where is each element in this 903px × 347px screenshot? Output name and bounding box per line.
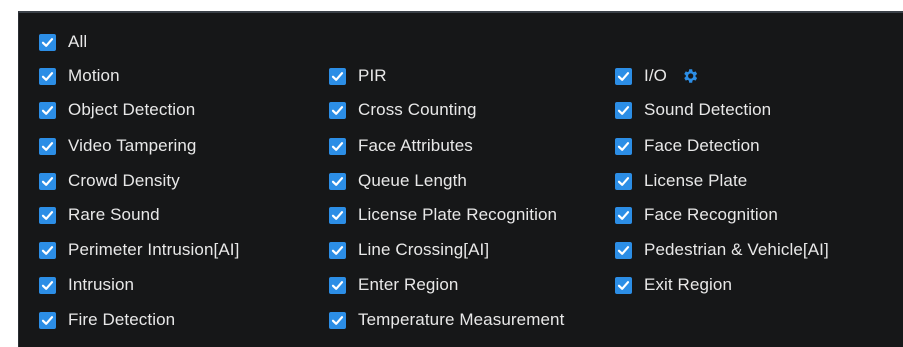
checkbox-checked-icon[interactable] <box>39 67 56 85</box>
checkbox-all[interactable]: All <box>39 31 87 53</box>
checkbox-video-tampering[interactable]: Video Tampering <box>39 135 196 157</box>
checkbox-label: Video Tampering <box>68 136 197 155</box>
checkbox-checked-icon[interactable] <box>615 137 632 155</box>
checkbox-label: Intrusion <box>68 275 135 294</box>
checkbox-label: Fire Detection <box>68 310 176 329</box>
checkbox-rare-sound[interactable]: Rare Sound <box>39 204 160 226</box>
checkbox-checked-icon[interactable] <box>615 172 632 190</box>
checkbox-checked-icon[interactable] <box>39 206 56 224</box>
checkbox-pedestrian-and-vehicle-ai[interactable]: Pedestrian & Vehicle[AI] <box>615 239 829 261</box>
checkbox-checked-icon[interactable] <box>39 241 56 259</box>
checkbox-label: I/O <box>644 66 667 85</box>
checkbox-checked-icon[interactable] <box>329 137 346 155</box>
checkbox-checked-icon[interactable] <box>615 101 632 119</box>
checkbox-label: Queue Length <box>358 171 467 190</box>
checkbox-checked-icon[interactable] <box>615 276 632 294</box>
checkbox-fire-detection[interactable]: Fire Detection <box>39 309 175 331</box>
checkbox-label: Perimeter Intrusion[AI] <box>68 240 240 259</box>
checkbox-motion[interactable]: Motion <box>39 65 120 87</box>
checkbox-checked-icon[interactable] <box>39 101 56 119</box>
checkbox-all-label: All <box>68 32 88 51</box>
checkbox-label: Motion <box>68 66 120 85</box>
checkbox-label: PIR <box>358 66 387 85</box>
checkbox-checked-icon[interactable] <box>329 172 346 190</box>
checkbox-label: Cross Counting <box>358 100 477 119</box>
checkbox-label: Temperature Measurement <box>358 310 565 329</box>
checkbox-label: Exit Region <box>644 275 733 294</box>
checkbox-queue-length[interactable]: Queue Length <box>329 170 467 192</box>
checkbox-exit-region[interactable]: Exit Region <box>615 274 732 296</box>
checkbox-label: Line Crossing[AI] <box>358 240 490 259</box>
checkbox-label: Rare Sound <box>68 205 160 224</box>
checkbox-checked-icon[interactable] <box>329 67 346 85</box>
checkbox-checked-icon[interactable] <box>39 276 56 294</box>
checkbox-checked-icon[interactable] <box>329 276 346 294</box>
checkbox-label: Enter Region <box>358 275 459 294</box>
checkbox-cross-counting[interactable]: Cross Counting <box>329 99 477 121</box>
event-type-panel: All Motion Object Detection Video Tamperin… <box>18 11 903 347</box>
checkbox-checked-icon[interactable] <box>615 67 632 85</box>
checkbox-checked-icon[interactable] <box>615 206 632 224</box>
checkbox-checked-icon[interactable] <box>39 172 56 190</box>
checkbox-checked-icon[interactable] <box>615 241 632 259</box>
checkbox-checked-icon[interactable] <box>329 206 346 224</box>
checkbox-intrusion[interactable]: Intrusion <box>39 274 134 296</box>
top-strip <box>0 0 903 11</box>
checkbox-i-o[interactable]: I/O <box>615 65 699 87</box>
checkbox-label: Face Detection <box>644 136 760 155</box>
checkbox-label: License Plate <box>644 171 748 190</box>
checkbox-object-detection[interactable]: Object Detection <box>39 99 195 121</box>
gear-icon[interactable] <box>681 67 699 85</box>
checkbox-sound-detection[interactable]: Sound Detection <box>615 99 771 121</box>
checkbox-license-plate-recognition[interactable]: License Plate Recognition <box>329 204 557 226</box>
checkbox-perimeter-intrusion-ai[interactable]: Perimeter Intrusion[AI] <box>39 239 239 261</box>
checkbox-checked-icon[interactable] <box>39 137 56 155</box>
checkbox-label: Crowd Density <box>68 171 180 190</box>
checkbox-checked-icon[interactable] <box>329 311 346 329</box>
checkbox-temperature-measurement[interactable]: Temperature Measurement <box>329 309 564 331</box>
checkbox-checked-icon[interactable] <box>39 311 56 329</box>
checkbox-enter-region[interactable]: Enter Region <box>329 274 458 296</box>
checkbox-label: Object Detection <box>68 100 196 119</box>
checkbox-label: License Plate Recognition <box>358 205 558 224</box>
checkbox-license-plate[interactable]: License Plate <box>615 170 747 192</box>
checkbox-checked-icon[interactable] <box>329 241 346 259</box>
checkbox-label: Face Attributes <box>358 136 473 155</box>
checkbox-label: Pedestrian & Vehicle[AI] <box>644 240 829 259</box>
checkbox-pir[interactable]: PIR <box>329 65 387 87</box>
checkbox-face-attributes[interactable]: Face Attributes <box>329 135 473 157</box>
checkbox-crowd-density[interactable]: Crowd Density <box>39 170 180 192</box>
checkbox-checked-icon[interactable] <box>329 101 346 119</box>
checkbox-face-recognition[interactable]: Face Recognition <box>615 204 778 226</box>
checkbox-line-crossing-ai[interactable]: Line Crossing[AI] <box>329 239 489 261</box>
checkbox-checked-icon[interactable] <box>39 33 56 51</box>
checkbox-label: Face Recognition <box>644 205 778 224</box>
checkbox-face-detection[interactable]: Face Detection <box>615 135 760 157</box>
checkbox-label: Sound Detection <box>644 100 772 119</box>
